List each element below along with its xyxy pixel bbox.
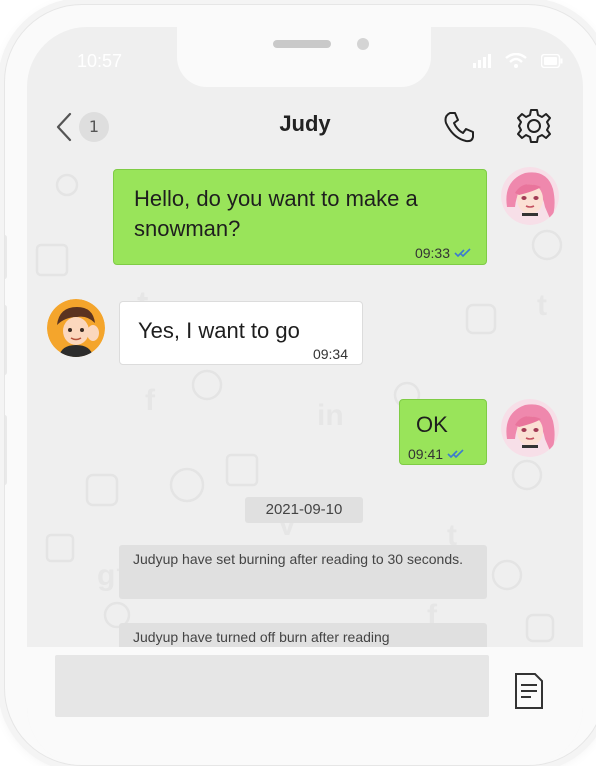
phone-frame: 10:57 1 Judy in f t V t g⁺ f Hello, do y… xyxy=(4,4,596,766)
avatar-judy[interactable] xyxy=(501,399,559,457)
gear-icon xyxy=(517,109,551,143)
svg-text:f: f xyxy=(145,384,156,417)
message-meta: 09:34 xyxy=(313,346,348,362)
volume-up-button xyxy=(5,235,7,279)
volume-down-button xyxy=(5,305,7,375)
svg-text:in: in xyxy=(317,399,344,432)
message-text: Hello, do you want to make a snowman? xyxy=(134,186,418,241)
system-note: Judyup have set burning after reading to… xyxy=(119,545,487,599)
avatar-contact[interactable] xyxy=(47,299,105,357)
message-time: 09:41 xyxy=(408,446,444,462)
settings-button[interactable] xyxy=(515,107,553,145)
front-camera xyxy=(357,38,369,50)
cellular-signal-icon xyxy=(473,54,491,68)
status-icons xyxy=(473,53,563,69)
double-check-read-icon xyxy=(447,449,464,459)
battery-icon xyxy=(541,54,563,68)
message-text: Yes, I want to go xyxy=(138,318,300,343)
unread-count-badge: 1 xyxy=(79,112,109,142)
svg-text:t: t xyxy=(537,289,547,322)
message-bubble-incoming[interactable]: Yes, I want to go 09:34 xyxy=(119,301,363,365)
avatar-girl-pink-hair-icon xyxy=(501,399,559,457)
document-icon xyxy=(515,673,543,709)
back-chevron-icon xyxy=(56,112,72,142)
wifi-icon xyxy=(505,53,527,68)
notch xyxy=(177,27,431,87)
back-button[interactable]: 1 xyxy=(55,107,115,147)
silent-switch xyxy=(5,415,7,485)
double-check-read-icon xyxy=(454,248,471,258)
avatar-girl-pink-hair-icon xyxy=(501,167,559,225)
earpiece-speaker xyxy=(273,40,331,48)
message-time: 09:33 xyxy=(414,245,450,261)
screen: 10:57 1 Judy in f t V t g⁺ f Hello, do y… xyxy=(27,27,583,765)
chat-title: Judy xyxy=(279,111,331,136)
message-bubble-outgoing[interactable]: OK 09:41 xyxy=(399,399,487,465)
message-input-bar xyxy=(27,647,583,765)
message-time: 09:34 xyxy=(312,346,348,362)
message-bubble-outgoing[interactable]: Hello, do you want to make a snowman? 09… xyxy=(113,169,487,265)
document-button[interactable] xyxy=(513,671,545,711)
chat-header: 1 Judy xyxy=(27,99,583,155)
phone-icon xyxy=(444,112,474,143)
message-meta: 09:41 xyxy=(408,446,465,462)
message-input[interactable] xyxy=(55,655,489,717)
date-divider: 2021-09-10 xyxy=(245,497,363,523)
voice-call-button[interactable] xyxy=(441,109,477,145)
avatar-judy[interactable] xyxy=(501,167,559,225)
message-meta: 09:33 xyxy=(415,245,472,261)
message-text: OK xyxy=(416,412,448,437)
avatar-boy-orange-icon xyxy=(47,299,105,357)
status-time: 10:57 xyxy=(77,51,123,71)
